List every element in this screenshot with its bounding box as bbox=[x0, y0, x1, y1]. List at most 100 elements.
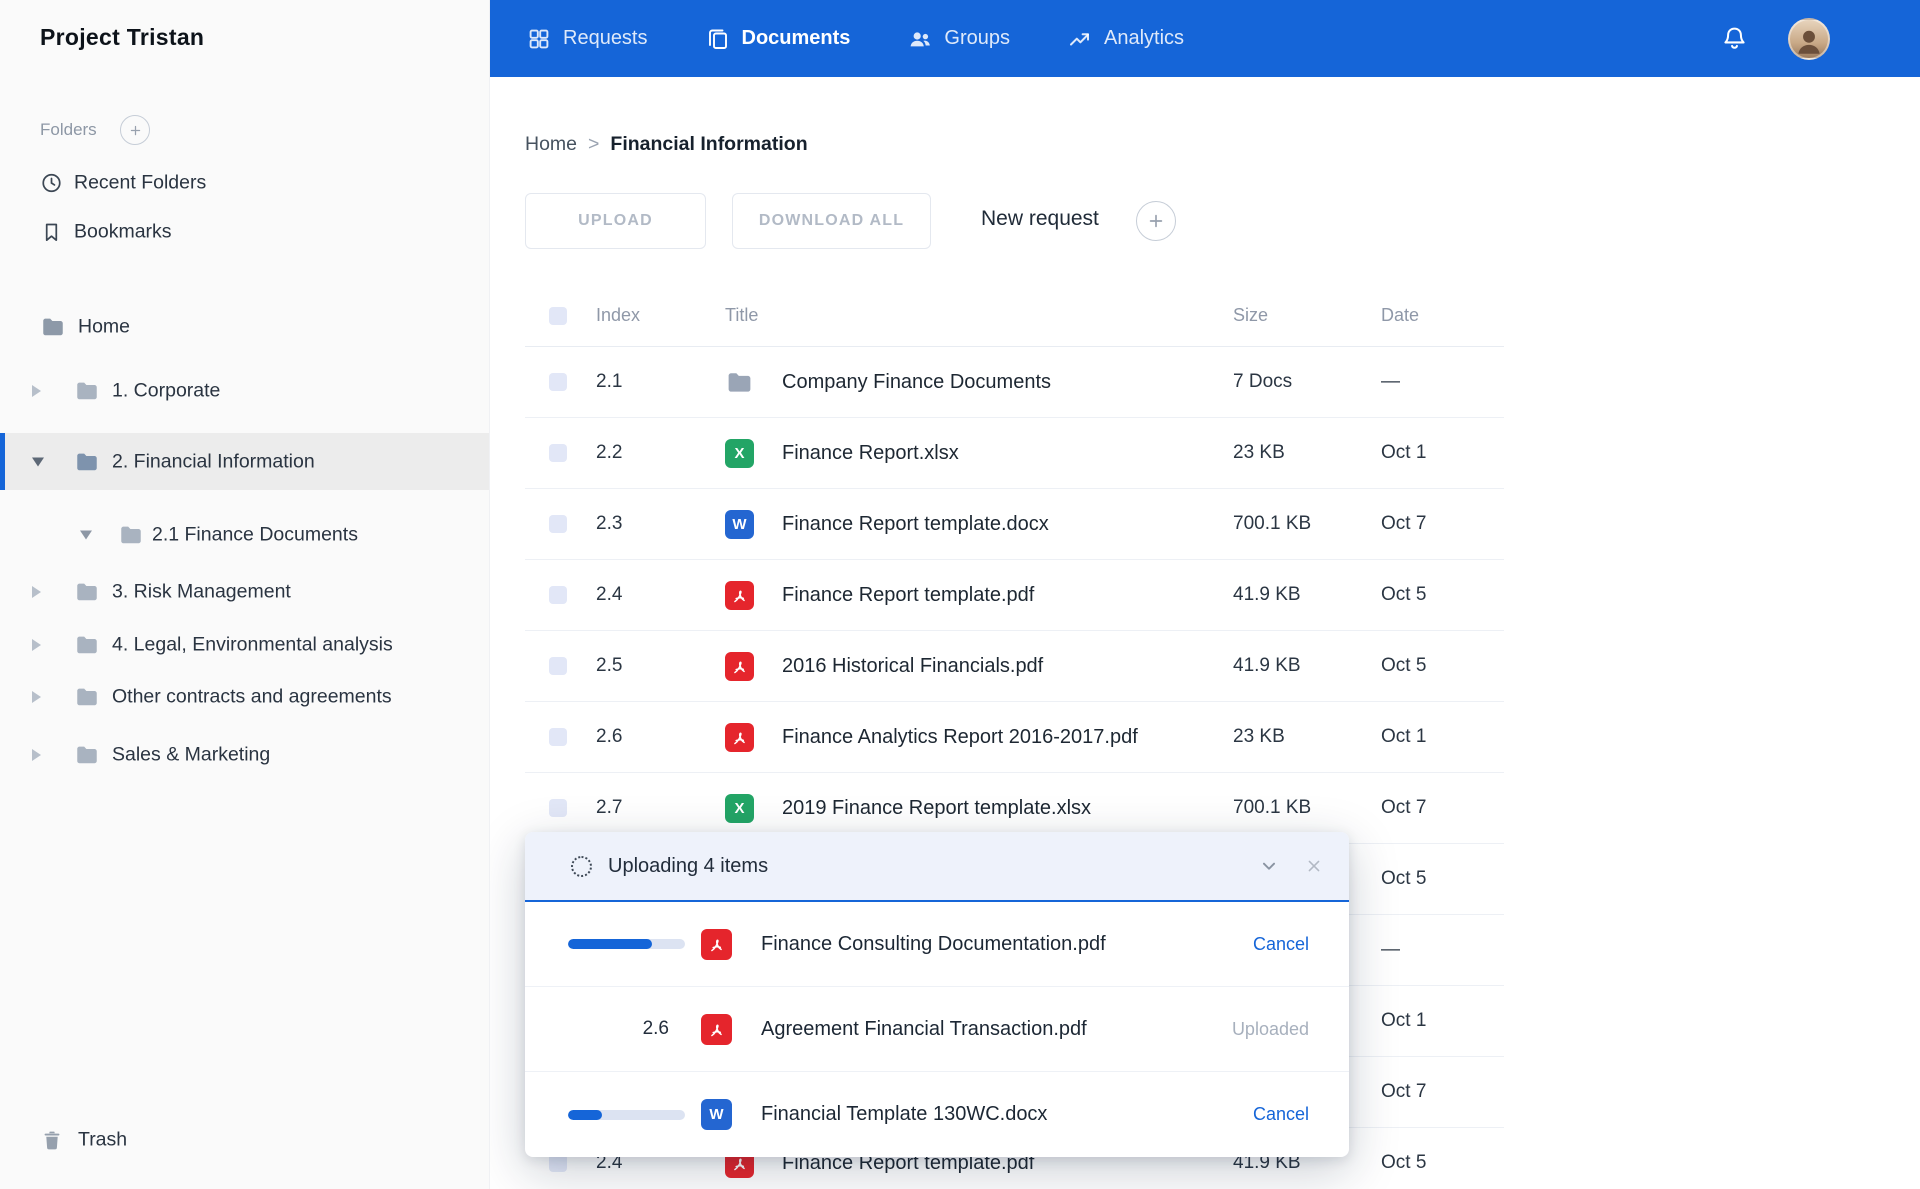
documents-icon bbox=[706, 27, 730, 51]
sidebar-item-label: 2.1 Finance Documents bbox=[152, 524, 358, 547]
table-row[interactable]: 2.4 Finance Report template.pdf 41.9 KB … bbox=[525, 560, 1504, 631]
notifications-bell[interactable] bbox=[1721, 25, 1748, 52]
sidebar-item-label: 3. Risk Management bbox=[112, 581, 291, 604]
sidebar-item-label: Sales & Marketing bbox=[112, 744, 270, 767]
breadcrumb: Home > Financial Information bbox=[525, 133, 808, 156]
table-row[interactable]: 2.3 WFinance Report template.docx 700.1 … bbox=[525, 489, 1504, 560]
nav-item-analytics[interactable]: Analytics bbox=[1068, 27, 1184, 51]
excel-file-icon: X bbox=[725, 439, 754, 468]
close-icon[interactable] bbox=[1304, 856, 1324, 876]
table-row[interactable]: 2.2 XFinance Report.xlsx 23 KB Oct 1 bbox=[525, 418, 1504, 489]
chevron-right-icon[interactable] bbox=[32, 639, 41, 651]
row-date: Oct 5 bbox=[1381, 868, 1504, 890]
upload-item-index: 2.6 bbox=[525, 1018, 701, 1040]
plus-icon bbox=[1146, 211, 1166, 231]
row-checkbox[interactable] bbox=[549, 657, 567, 675]
folder-icon bbox=[725, 368, 754, 397]
chevron-down-icon[interactable] bbox=[32, 457, 44, 466]
row-checkbox[interactable] bbox=[549, 799, 567, 817]
row-date: Oct 1 bbox=[1381, 726, 1504, 748]
row-size: 700.1 KB bbox=[1233, 513, 1381, 535]
nav-item-label: Requests bbox=[563, 27, 648, 50]
folder-icon bbox=[118, 522, 144, 548]
breadcrumb-home[interactable]: Home bbox=[525, 133, 577, 156]
folder-icon bbox=[74, 742, 100, 768]
row-date: Oct 7 bbox=[1381, 797, 1504, 819]
upload-progress-fill bbox=[568, 1110, 602, 1120]
chevron-right-icon[interactable] bbox=[32, 749, 41, 761]
sidebar-item-home[interactable]: Home bbox=[0, 305, 489, 349]
column-header-date[interactable]: Date bbox=[1381, 305, 1504, 326]
chevron-right-icon[interactable] bbox=[32, 691, 41, 703]
app-window: Project Tristan Folders Recent Folders B… bbox=[0, 0, 1920, 1189]
chevron-down-icon[interactable] bbox=[80, 531, 92, 540]
sidebar-item-corporate[interactable]: 1. Corporate bbox=[0, 369, 489, 413]
grid-icon bbox=[527, 27, 551, 51]
folder-icon bbox=[74, 632, 100, 658]
column-header-title[interactable]: Title bbox=[725, 305, 1233, 326]
row-title[interactable]: Finance Report.xlsx bbox=[782, 442, 959, 465]
row-checkbox[interactable] bbox=[549, 586, 567, 604]
sidebar-item-label: 1. Corporate bbox=[112, 380, 220, 403]
upload-button[interactable]: UPLOAD bbox=[525, 193, 706, 249]
row-title[interactable]: Company Finance Documents bbox=[782, 371, 1051, 394]
sidebar-item-label: 2. Financial Information bbox=[112, 450, 315, 473]
add-folder-button[interactable] bbox=[120, 115, 150, 145]
cancel-upload-link[interactable]: Cancel bbox=[1253, 1104, 1309, 1125]
user-avatar[interactable] bbox=[1788, 18, 1830, 60]
row-index: 2.4 bbox=[596, 584, 725, 606]
cancel-upload-link[interactable]: Cancel bbox=[1253, 934, 1309, 955]
groups-icon bbox=[908, 27, 932, 51]
sidebar-item-sales-marketing[interactable]: Sales & Marketing bbox=[0, 733, 489, 777]
row-title[interactable]: 2019 Finance Report template.xlsx bbox=[782, 797, 1091, 820]
row-title[interactable]: Finance Analytics Report 2016-2017.pdf bbox=[782, 726, 1138, 749]
upload-spinner-icon bbox=[571, 856, 592, 877]
sidebar-item-finance-documents[interactable]: 2.1 Finance Documents bbox=[0, 513, 489, 557]
download-all-button[interactable]: DOWNLOAD ALL bbox=[732, 193, 931, 249]
select-all-checkbox[interactable] bbox=[549, 307, 567, 325]
row-title[interactable]: 2016 Historical Financials.pdf bbox=[782, 655, 1043, 678]
nav-item-requests[interactable]: Requests bbox=[527, 27, 648, 51]
sidebar-item-other-contracts[interactable]: Other contracts and agreements bbox=[0, 675, 489, 719]
column-header-index[interactable]: Index bbox=[596, 305, 725, 326]
upload-panel-title: Uploading 4 items bbox=[608, 855, 768, 878]
chevron-right-icon[interactable] bbox=[32, 586, 41, 598]
row-checkbox[interactable] bbox=[549, 728, 567, 746]
sidebar-item-bookmarks[interactable]: Bookmarks bbox=[0, 210, 489, 254]
row-index: 2.7 bbox=[596, 797, 725, 819]
sidebar-item-label: Other contracts and agreements bbox=[112, 686, 392, 709]
folder-icon bbox=[74, 449, 100, 475]
row-date: Oct 5 bbox=[1381, 655, 1504, 677]
sidebar-item-legal-environmental[interactable]: 4. Legal, Environmental analysis bbox=[0, 623, 489, 667]
row-date: Oct 5 bbox=[1381, 1152, 1504, 1174]
chevron-right-icon[interactable] bbox=[32, 385, 41, 397]
sidebar-item-trash[interactable]: Trash bbox=[0, 1118, 489, 1162]
row-date: Oct 1 bbox=[1381, 1010, 1504, 1032]
row-size: 700.1 KB bbox=[1233, 797, 1381, 819]
nav-item-documents[interactable]: Documents bbox=[706, 27, 851, 51]
row-checkbox[interactable] bbox=[549, 444, 567, 462]
sidebar-item-risk-management[interactable]: 3. Risk Management bbox=[0, 570, 489, 614]
nav-item-groups[interactable]: Groups bbox=[908, 27, 1010, 51]
row-checkbox[interactable] bbox=[549, 515, 567, 533]
row-size: 23 KB bbox=[1233, 726, 1381, 748]
row-index: 2.6 bbox=[596, 726, 725, 748]
collapse-chevron-icon[interactable] bbox=[1258, 855, 1280, 877]
row-date: — bbox=[1381, 371, 1504, 393]
row-size: 41.9 KB bbox=[1233, 655, 1381, 677]
column-header-size[interactable]: Size bbox=[1233, 305, 1381, 326]
table-row[interactable]: 2.5 2016 Historical Financials.pdf 41.9 … bbox=[525, 631, 1504, 702]
new-request-label[interactable]: New request bbox=[981, 207, 1099, 231]
upload-item: Finance Consulting Documentation.pdf Can… bbox=[525, 902, 1349, 987]
new-request-button[interactable] bbox=[1136, 201, 1176, 241]
row-checkbox[interactable] bbox=[549, 373, 567, 391]
row-title[interactable]: Finance Report template.docx bbox=[782, 513, 1049, 536]
selected-indicator bbox=[0, 433, 5, 490]
sidebar-item-financial-information[interactable]: 2. Financial Information bbox=[0, 433, 489, 490]
word-file-icon: W bbox=[725, 510, 754, 539]
row-title[interactable]: Finance Report template.pdf bbox=[782, 584, 1034, 607]
sidebar: Project Tristan Folders Recent Folders B… bbox=[0, 0, 490, 1189]
table-row[interactable]: 2.1 Company Finance Documents 7 Docs — bbox=[525, 347, 1504, 418]
table-row[interactable]: 2.6 Finance Analytics Report 2016-2017.p… bbox=[525, 702, 1504, 773]
sidebar-item-recent-folders[interactable]: Recent Folders bbox=[0, 161, 489, 205]
